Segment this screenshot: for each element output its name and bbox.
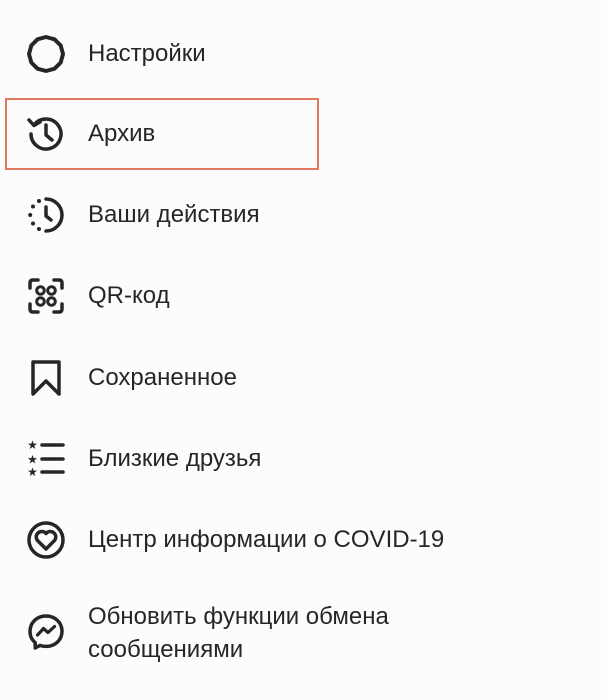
- menu-item-settings[interactable]: Настройки: [0, 32, 607, 76]
- menu-item-label: Архив: [88, 120, 156, 147]
- covid-info-center-icon: [25, 519, 67, 561]
- menu-item-archive[interactable]: Архив: [0, 112, 607, 156]
- settings-gear-icon: [25, 33, 67, 75]
- svg-text:★: ★: [27, 465, 38, 479]
- menu-item-update-messaging[interactable]: Обновить функции обмена сообщениями: [0, 600, 607, 670]
- menu-item-qr-code[interactable]: QR-код: [0, 275, 607, 319]
- profile-menu: Настройки Архив Ваши действия QR-код Сох…: [0, 0, 607, 700]
- menu-item-your-activity[interactable]: Ваши действия: [0, 194, 607, 238]
- menu-item-label: QR-код: [88, 282, 170, 309]
- menu-item-covid-info-center[interactable]: Центр информации о COVID-19: [0, 519, 607, 563]
- menu-item-label: Настройки: [88, 40, 206, 67]
- menu-item-close-friends[interactable]: ★ ★ ★ Близкие друзья: [0, 438, 607, 482]
- menu-item-label: Центр информации о COVID-19: [88, 526, 445, 553]
- close-friends-list-icon: ★ ★ ★: [25, 438, 67, 480]
- archive-history-icon: [25, 113, 67, 155]
- bookmark-icon: [25, 357, 67, 399]
- menu-item-label: Ваши действия: [88, 201, 260, 228]
- menu-item-saved[interactable]: Сохраненное: [0, 357, 607, 401]
- svg-text:★: ★: [27, 438, 38, 452]
- menu-item-label: Обновить функции обмена сообщениями: [88, 603, 389, 663]
- your-activity-icon: [25, 194, 67, 236]
- messenger-icon: [25, 611, 67, 653]
- menu-item-label: Сохраненное: [88, 364, 237, 391]
- qr-code-icon: [25, 275, 67, 317]
- menu-item-label: Близкие друзья: [88, 445, 262, 472]
